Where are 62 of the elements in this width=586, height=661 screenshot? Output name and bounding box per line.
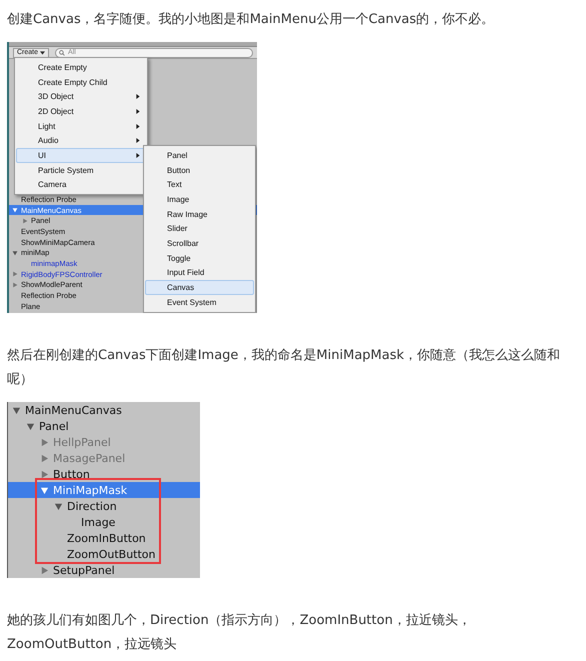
menu-item[interactable]: Event System: [145, 294, 254, 310]
menu-item[interactable]: Camera: [16, 178, 146, 192]
expanded-arrow-icon[interactable]: [12, 250, 18, 256]
collapsed-arrow-icon[interactable]: [12, 271, 18, 278]
expanded-arrow-icon[interactable]: [12, 406, 21, 414]
submenu-arrow-icon: [136, 138, 140, 144]
tree-row[interactable]: Button: [8, 466, 200, 482]
menu-item[interactable]: Text: [145, 177, 254, 192]
menu-item[interactable]: Input Field: [145, 266, 254, 280]
tree-label: Button: [53, 468, 90, 480]
menu-item[interactable]: 2D Object: [16, 104, 146, 119]
tree-row[interactable]: SetupPanel: [8, 562, 200, 578]
menu-item[interactable]: Button: [145, 162, 254, 178]
tree-label: ZoomInButton: [67, 532, 146, 544]
collapsed-arrow-icon[interactable]: [12, 282, 18, 288]
submenu-arrow-icon: [136, 108, 140, 114]
menu-item[interactable]: Particle System: [16, 162, 146, 178]
collapsed-arrow-icon[interactable]: [40, 470, 49, 478]
tree-row[interactable]: ZoomInButton: [8, 530, 200, 546]
menu-item[interactable]: Light: [16, 118, 146, 134]
tree-row[interactable]: ZoomOutButton: [8, 546, 200, 562]
expanded-arrow-icon[interactable]: [12, 207, 18, 214]
submenu-arrow-icon: [136, 94, 140, 100]
paragraph: 她的孩儿们有如图几个，Direction（指示方向），ZoomInButton，拉近镜头，ZoomOutButton，拉远镜头: [7, 612, 472, 654]
search-icon: [59, 50, 66, 56]
collapsed-arrow-icon[interactable]: [40, 454, 49, 462]
menu-item[interactable]: Audio: [16, 133, 146, 148]
submenu-arrow-icon: [136, 152, 140, 158]
tree-row[interactable]: Panel: [8, 418, 200, 434]
tree-label: MiniMapMask: [53, 484, 128, 496]
submenu-arrow-icon: [136, 124, 140, 129]
tree-label: Image: [81, 516, 116, 528]
collapsed-arrow-icon[interactable]: [22, 218, 28, 224]
tree-label: Panel: [39, 420, 69, 432]
tree-label: Direction: [67, 500, 117, 512]
menu-item[interactable]: Image: [145, 192, 254, 207]
tree-label: SetupPanel: [53, 564, 115, 576]
menu-item[interactable]: Canvas: [145, 280, 254, 295]
expanded-arrow-icon[interactable]: [54, 502, 63, 510]
tree-label: MainMenuCanvas: [25, 404, 122, 416]
menu-item[interactable]: Create Empty Child: [16, 74, 146, 90]
tree-label: HellpPanel: [53, 436, 111, 448]
tree-row[interactable]: MainMenuCanvas: [8, 402, 200, 418]
menu-item[interactable]: Panel: [145, 148, 254, 163]
menu-item[interactable]: Scrollbar: [145, 236, 254, 251]
collapsed-arrow-icon[interactable]: [40, 438, 49, 446]
tree-row[interactable]: MiniMapMask: [8, 482, 200, 498]
paragraph: 创建Canvas，名字随便。我的小地图是和MainMenu公用一个Canvas的，你不必。: [7, 11, 496, 29]
caret-icon: [40, 50, 46, 54]
paragraph: 然后在刚创建的Canvas下面创建Image，我的命名是MiniMapMask，你随意（我怎么这么随和呢）: [7, 347, 562, 389]
expanded-arrow-icon[interactable]: [26, 422, 35, 430]
tree-row[interactable]: Image: [8, 514, 200, 530]
menu-item[interactable]: Toggle: [145, 250, 254, 266]
menu-item[interactable]: 3D Object: [16, 89, 146, 104]
menu-item[interactable]: UI: [16, 148, 146, 163]
menu-item[interactable]: Create Empty: [16, 60, 146, 75]
collapsed-arrow-icon[interactable]: [40, 566, 49, 574]
tree-label: ZoomOutButton: [67, 548, 156, 560]
tree-label: MasagePanel: [53, 452, 126, 464]
menu-item[interactable]: Slider: [145, 221, 254, 236]
tree-row[interactable]: Direction: [8, 498, 200, 514]
expanded-arrow-icon[interactable]: [40, 486, 49, 494]
